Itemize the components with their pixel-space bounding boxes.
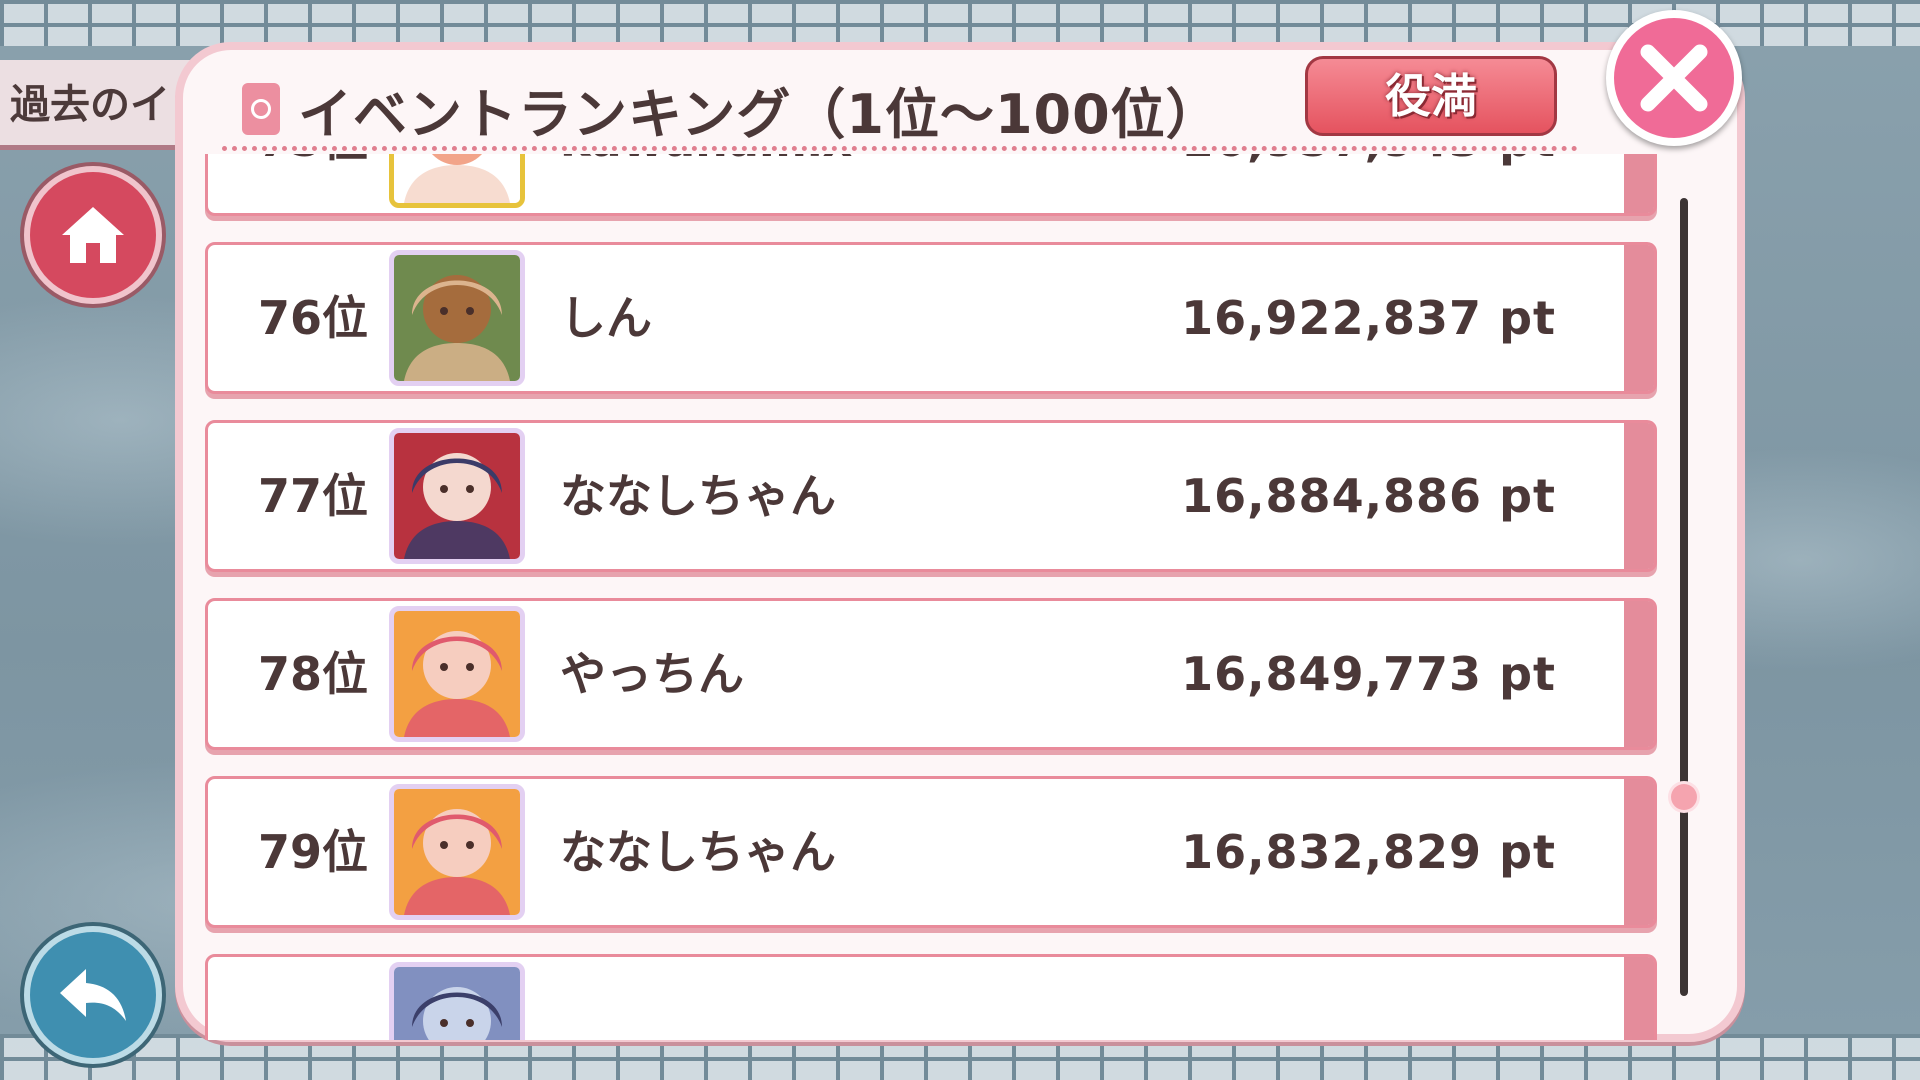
player-score: 16,957,943 pt xyxy=(1181,154,1556,213)
player-avatar[interactable] xyxy=(389,154,525,208)
scrollbar-thumb[interactable] xyxy=(1671,783,1697,810)
player-avatar[interactable] xyxy=(389,606,525,742)
player-avatar[interactable] xyxy=(389,962,525,1040)
ranking-row[interactable]: 75位 kawanamix 16,957,943 pt xyxy=(205,154,1657,216)
rank-label: 75位 xyxy=(258,154,368,213)
ranking-row[interactable] xyxy=(205,954,1657,1040)
rank-label: 78位 xyxy=(258,647,369,701)
ranking-row[interactable]: 78位 やっちん 16,849,773 pt xyxy=(205,598,1657,750)
yakuman-tab-button[interactable]: 役満 xyxy=(1305,56,1557,136)
home-icon xyxy=(62,207,124,263)
ranking-row[interactable]: 77位 ななしちゃん 16,884,886 pt xyxy=(205,420,1657,572)
rank-label: 79位 xyxy=(258,825,369,879)
rank-label: 77位 xyxy=(258,469,369,523)
player-name: ななしちゃん xyxy=(560,825,836,879)
player-avatar[interactable] xyxy=(389,428,525,564)
player-score: 16,832,829 pt xyxy=(1181,825,1556,879)
past-events-tab-label: 過去のイ xyxy=(10,82,170,128)
home-button[interactable] xyxy=(24,166,162,304)
player-name: ななしちゃん xyxy=(560,469,836,523)
player-name: kawanamix xyxy=(560,154,852,213)
player-name: しん xyxy=(560,291,652,345)
back-button[interactable] xyxy=(24,926,162,1064)
ranking-list[interactable]: 75位 kawanamix 16,957,943 pt 76位 しん 16,922,837… xyxy=(205,154,1661,1040)
ranking-row[interactable]: 76位 しん 16,922,837 pt xyxy=(205,242,1657,394)
past-events-tab[interactable]: 過去のイ xyxy=(0,60,200,150)
player-avatar[interactable] xyxy=(389,250,525,386)
close-button[interactable] xyxy=(1606,10,1742,146)
player-name: やっちん xyxy=(560,647,744,701)
ranking-card-icon xyxy=(242,83,280,135)
rank-label: 76位 xyxy=(258,291,369,345)
close-icon xyxy=(1640,44,1708,112)
back-arrow-icon xyxy=(60,969,126,1021)
dialog-title: イベントランキング（1位〜100位） xyxy=(298,82,1221,146)
scrollbar-track[interactable] xyxy=(1680,198,1688,996)
player-score: 16,922,837 pt xyxy=(1181,291,1556,345)
dialog-header: イベントランキング（1位〜100位） xyxy=(242,74,1221,146)
ranking-row[interactable]: 79位 ななしちゃん 16,832,829 pt xyxy=(205,776,1657,928)
player-score: 16,884,886 pt xyxy=(1181,469,1556,523)
header-divider xyxy=(222,146,1578,151)
player-avatar[interactable] xyxy=(389,784,525,920)
player-score: 16,849,773 pt xyxy=(1181,647,1556,701)
